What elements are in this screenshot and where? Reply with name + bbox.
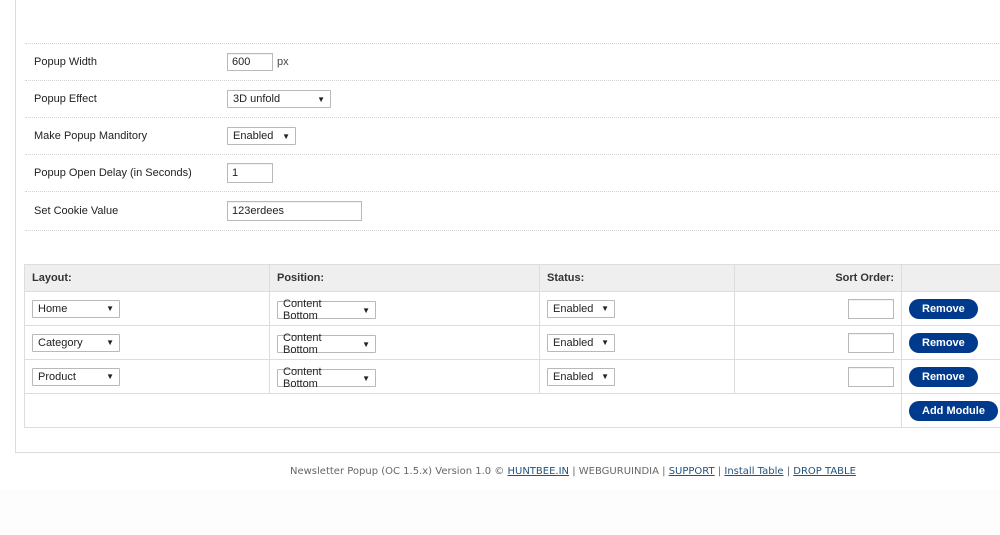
popup-width-row: Popup Width px [25, 44, 1000, 81]
layout-header: Layout: [24, 264, 270, 292]
add-module-button[interactable]: Add Module [909, 400, 998, 421]
position-select[interactable]: Content Bottom ▼ [277, 366, 376, 390]
make-popup-mandatory-select[interactable]: Enabled ▼ [227, 127, 296, 145]
position-value: Content Bottom [283, 366, 322, 390]
sort-order-header: Sort Order: [734, 264, 902, 292]
make-popup-mandatory-value: Enabled [233, 130, 274, 142]
position-select[interactable]: Content Bottom ▼ [277, 298, 376, 322]
page-bottom [0, 490, 1000, 535]
cookie-value-label: Set Cookie Value [34, 205, 119, 217]
status-value: Enabled [553, 336, 594, 349]
remove-button[interactable]: Remove [909, 332, 978, 353]
sort-order-input[interactable] [848, 298, 894, 319]
position-value: Content Bottom [283, 298, 322, 322]
status-header: Status: [539, 264, 735, 292]
footer-text: Newsletter Popup (OC 1.5.x) Version 1.0 … [290, 466, 505, 477]
popup-effect-select[interactable]: 3D unfold ▼ [227, 90, 331, 108]
sort-order-input[interactable] [848, 366, 894, 387]
chevron-down-icon: ▼ [601, 338, 609, 347]
chevron-down-icon: ▼ [106, 304, 114, 313]
layout-value: Product [38, 370, 76, 383]
layout-select[interactable]: Category ▼ [32, 333, 120, 352]
chevron-down-icon: ▼ [362, 305, 370, 315]
sort-order-input[interactable] [848, 332, 894, 353]
separator: | [717, 466, 722, 477]
chevron-down-icon: ▼ [317, 94, 325, 104]
chevron-down-icon: ▼ [362, 339, 370, 349]
separator: | [786, 466, 791, 477]
popup-open-delay-input[interactable] [227, 163, 273, 183]
status-value: Enabled [553, 302, 594, 315]
support-link[interactable]: SUPPORT [669, 466, 715, 477]
remove-button[interactable]: Remove [909, 366, 978, 387]
module-table-footer: Add Module [24, 393, 1000, 428]
layout-select[interactable]: Product ▼ [32, 367, 120, 386]
layout-value: Category [38, 336, 83, 349]
chevron-down-icon: ▼ [106, 338, 114, 347]
status-select[interactable]: Enabled ▼ [547, 299, 615, 318]
make-popup-mandatory-row: Make Popup Manditory Enabled ▼ [25, 118, 1000, 155]
status-select[interactable]: Enabled ▼ [547, 333, 615, 352]
position-value: Content Bottom [283, 332, 322, 356]
huntbee-link[interactable]: HUNTBEE.IN [507, 466, 569, 477]
chevron-down-icon: ▼ [601, 372, 609, 381]
status-value: Enabled [553, 370, 594, 383]
module-row: Home ▼ Content Bottom ▼ Enabled ▼ Remove [24, 291, 1000, 326]
make-popup-mandatory-label: Make Popup Manditory [34, 130, 148, 142]
webguruindia-text: WEBGURUINDIA [578, 466, 659, 477]
separator: | [662, 466, 666, 477]
position-select[interactable]: Content Bottom ▼ [277, 332, 376, 356]
popup-effect-row: Popup Effect 3D unfold ▼ [25, 81, 1000, 118]
cookie-value-input[interactable] [227, 201, 362, 221]
status-select[interactable]: Enabled ▼ [547, 367, 615, 386]
popup-width-label: Popup Width [34, 56, 97, 68]
popup-open-delay-label: Popup Open Delay (in Seconds) [34, 167, 192, 179]
chevron-down-icon: ▼ [106, 372, 114, 381]
chevron-down-icon: ▼ [282, 131, 290, 141]
drop-table-link[interactable]: DROP TABLE [793, 466, 856, 477]
module-table-header: Layout: Position: Status: Sort Order: [24, 264, 1000, 292]
chevron-down-icon: ▼ [362, 373, 370, 383]
cookie-value-row: Set Cookie Value [25, 192, 1000, 231]
install-table-link[interactable]: Install Table [724, 466, 783, 477]
popup-open-delay-row: Popup Open Delay (in Seconds) [25, 155, 1000, 192]
popup-effect-label: Popup Effect [34, 93, 97, 105]
module-row: Category ▼ Content Bottom ▼ Enabled ▼ Remov… [24, 325, 1000, 360]
popup-width-input[interactable] [227, 53, 273, 71]
settings-form: Popup Width px Popup Effect 3D unfold ▼ … [25, 44, 1000, 231]
module-row: Product ▼ Content Bottom ▼ Enabled ▼ Remove [24, 359, 1000, 394]
layout-select[interactable]: Home ▼ [32, 299, 120, 318]
chevron-down-icon: ▼ [601, 304, 609, 313]
footer: Newsletter Popup (OC 1.5.x) Version 1.0 … [0, 453, 1000, 490]
module-table: Layout: Position: Status: Sort Order: Ho… [24, 264, 1000, 428]
separator: | [572, 466, 576, 477]
remove-button[interactable]: Remove [909, 298, 978, 319]
actions-header [901, 264, 1000, 292]
position-header: Position: [269, 264, 540, 292]
popup-width-unit: px [277, 56, 289, 68]
popup-effect-value: 3D unfold [233, 93, 281, 105]
layout-value: Home [38, 302, 68, 315]
